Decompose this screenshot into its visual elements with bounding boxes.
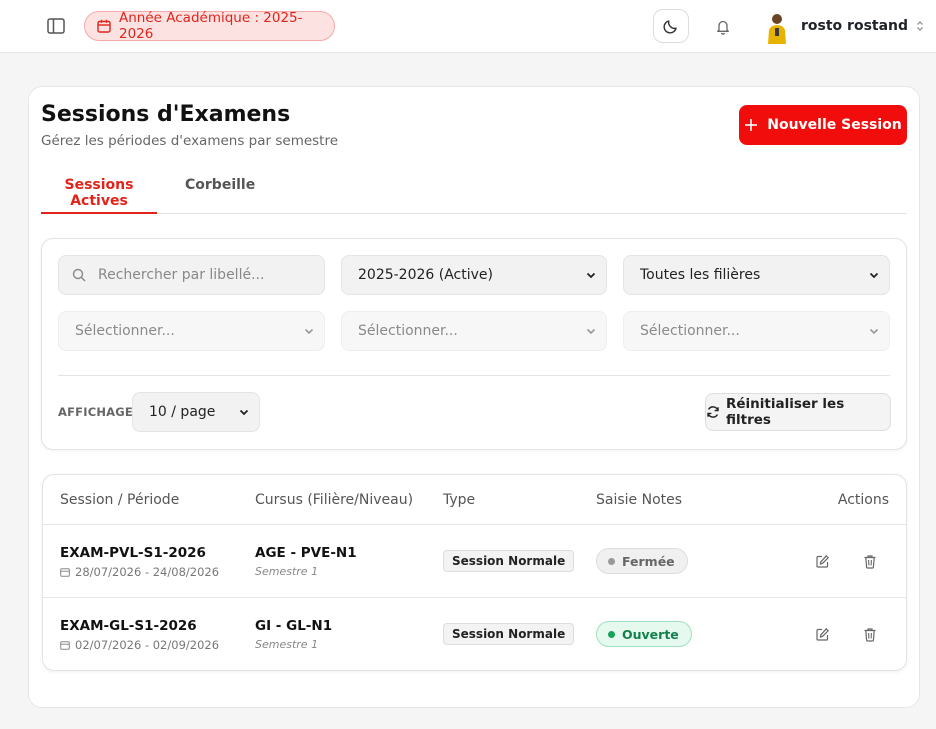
chevron-up-down-icon (916, 20, 924, 32)
filter-select-1-value: Sélectionner... (75, 323, 175, 339)
avatar (763, 8, 791, 44)
user-menu[interactable]: rosto rostand (763, 8, 924, 44)
session-dates-text: 02/07/2026 - 02/09/2026 (75, 638, 220, 652)
status-badge: Ouverte (596, 621, 692, 647)
edit-icon[interactable] (813, 625, 831, 643)
filters-divider (58, 375, 890, 376)
filter-select-3[interactable]: Sélectionner... (623, 311, 890, 351)
semester: Semestre 1 (255, 638, 319, 651)
column-header-saisie-notes: Saisie Notes (596, 492, 683, 508)
new-session-label: Nouvelle Session (767, 117, 902, 133)
search-placeholder: Rechercher par libellé... (98, 267, 265, 283)
academic-year-badge[interactable]: Année Académique : 2025-2026 (84, 10, 335, 42)
filter-select-2[interactable]: Sélectionner... (341, 311, 607, 351)
calendar-icon (60, 567, 70, 577)
session-code: EXAM-PVL-S1-2026 (60, 545, 206, 561)
chevron-down-icon (868, 269, 880, 281)
academic-year-label: Année Académique : 2025-2026 (119, 10, 303, 42)
type-badge: Session Normale (443, 550, 575, 572)
new-session-button[interactable]: Nouvelle Session (739, 105, 907, 145)
refresh-icon (706, 405, 720, 419)
page-title: Sessions d'Examens (41, 102, 291, 127)
type-badge: Session Normale (443, 623, 575, 645)
table-row[interactable]: EXAM-PVL-S1-2026 28/07/2026 - 24/08/2026… (43, 525, 906, 598)
notifications-bell-icon[interactable] (712, 15, 734, 37)
semester: Semestre 1 (255, 565, 319, 578)
top-bar: Année Académique : 2025-2026 rosto rosta… (0, 0, 936, 53)
column-header-cursus: Cursus (Filière/Niveau) (255, 492, 414, 508)
trash-icon[interactable] (861, 625, 879, 643)
cursus: AGE - PVE-N1 (255, 545, 357, 561)
page-size-select[interactable]: 10 / page (132, 392, 260, 432)
filiere-select-value: Toutes les filières (640, 267, 761, 283)
sessions-table: Session / Période Cursus (Filière/Niveau… (42, 474, 907, 671)
academic-year-select[interactable]: 2025-2026 (Active) (341, 255, 607, 295)
user-name: rosto rostand (801, 18, 909, 34)
calendar-icon (97, 19, 111, 33)
filiere-select[interactable]: Toutes les filières (623, 255, 890, 295)
column-header-session: Session / Période (60, 492, 180, 508)
chevron-down-icon (585, 269, 597, 281)
chevron-down-icon (585, 325, 597, 337)
column-header-actions: Actions (837, 492, 889, 508)
cursus: GI - GL-N1 (255, 618, 333, 634)
status-dot (608, 557, 615, 565)
calendar-icon (60, 640, 70, 650)
session-dates-text: 28/07/2026 - 24/08/2026 (75, 565, 220, 579)
edit-icon[interactable] (813, 552, 831, 570)
column-header-type: Type (443, 492, 476, 508)
status-label: Ouverte (622, 626, 679, 642)
status-dot (608, 630, 615, 638)
display-label: AFFICHAGE (58, 405, 133, 419)
tabs-bar: Sessions Actives Corbeille (41, 167, 907, 214)
filter-select-2-value: Sélectionner... (358, 323, 458, 339)
chevron-down-icon (238, 406, 250, 418)
chevron-down-icon (303, 325, 315, 337)
filter-select-3-value: Sélectionner... (640, 323, 740, 339)
table-row[interactable]: EXAM-GL-S1-2026 02/07/2026 - 02/09/2026 … (43, 598, 906, 670)
tab-corbeille[interactable]: Corbeille (185, 177, 255, 214)
status-label: Fermée (622, 553, 675, 569)
theme-toggle-button[interactable] (653, 9, 689, 43)
reset-filters-button[interactable]: Réinitialiser les filtres (705, 393, 891, 431)
chevron-down-icon (868, 325, 880, 337)
plus-icon (744, 118, 758, 132)
filters-panel: Rechercher par libellé... 2025-2026 (Act… (41, 238, 907, 450)
tab-sessions-actives[interactable]: Sessions Actives (41, 177, 157, 214)
page-subtitle: Gérez les périodes d'examens par semestr… (41, 133, 339, 149)
table-header: Session / Période Cursus (Filière/Niveau… (43, 475, 906, 525)
sessions-card: Sessions d'Examens Gérez les périodes d'… (28, 86, 920, 708)
status-badge: Fermée (596, 548, 688, 574)
session-code: EXAM-GL-S1-2026 (60, 618, 197, 634)
session-dates: 02/07/2026 - 02/09/2026 (60, 638, 219, 652)
trash-icon[interactable] (861, 552, 879, 570)
sidebar-toggle-icon[interactable] (44, 15, 68, 37)
filter-select-1[interactable]: Sélectionner... (58, 311, 325, 351)
search-input[interactable]: Rechercher par libellé... (58, 255, 325, 295)
moon-icon (663, 18, 679, 34)
session-dates: 28/07/2026 - 24/08/2026 (60, 565, 219, 579)
search-icon (72, 268, 86, 282)
academic-year-select-value: 2025-2026 (Active) (358, 267, 493, 283)
reset-filters-label: Réinitialiser les filtres (726, 396, 845, 428)
